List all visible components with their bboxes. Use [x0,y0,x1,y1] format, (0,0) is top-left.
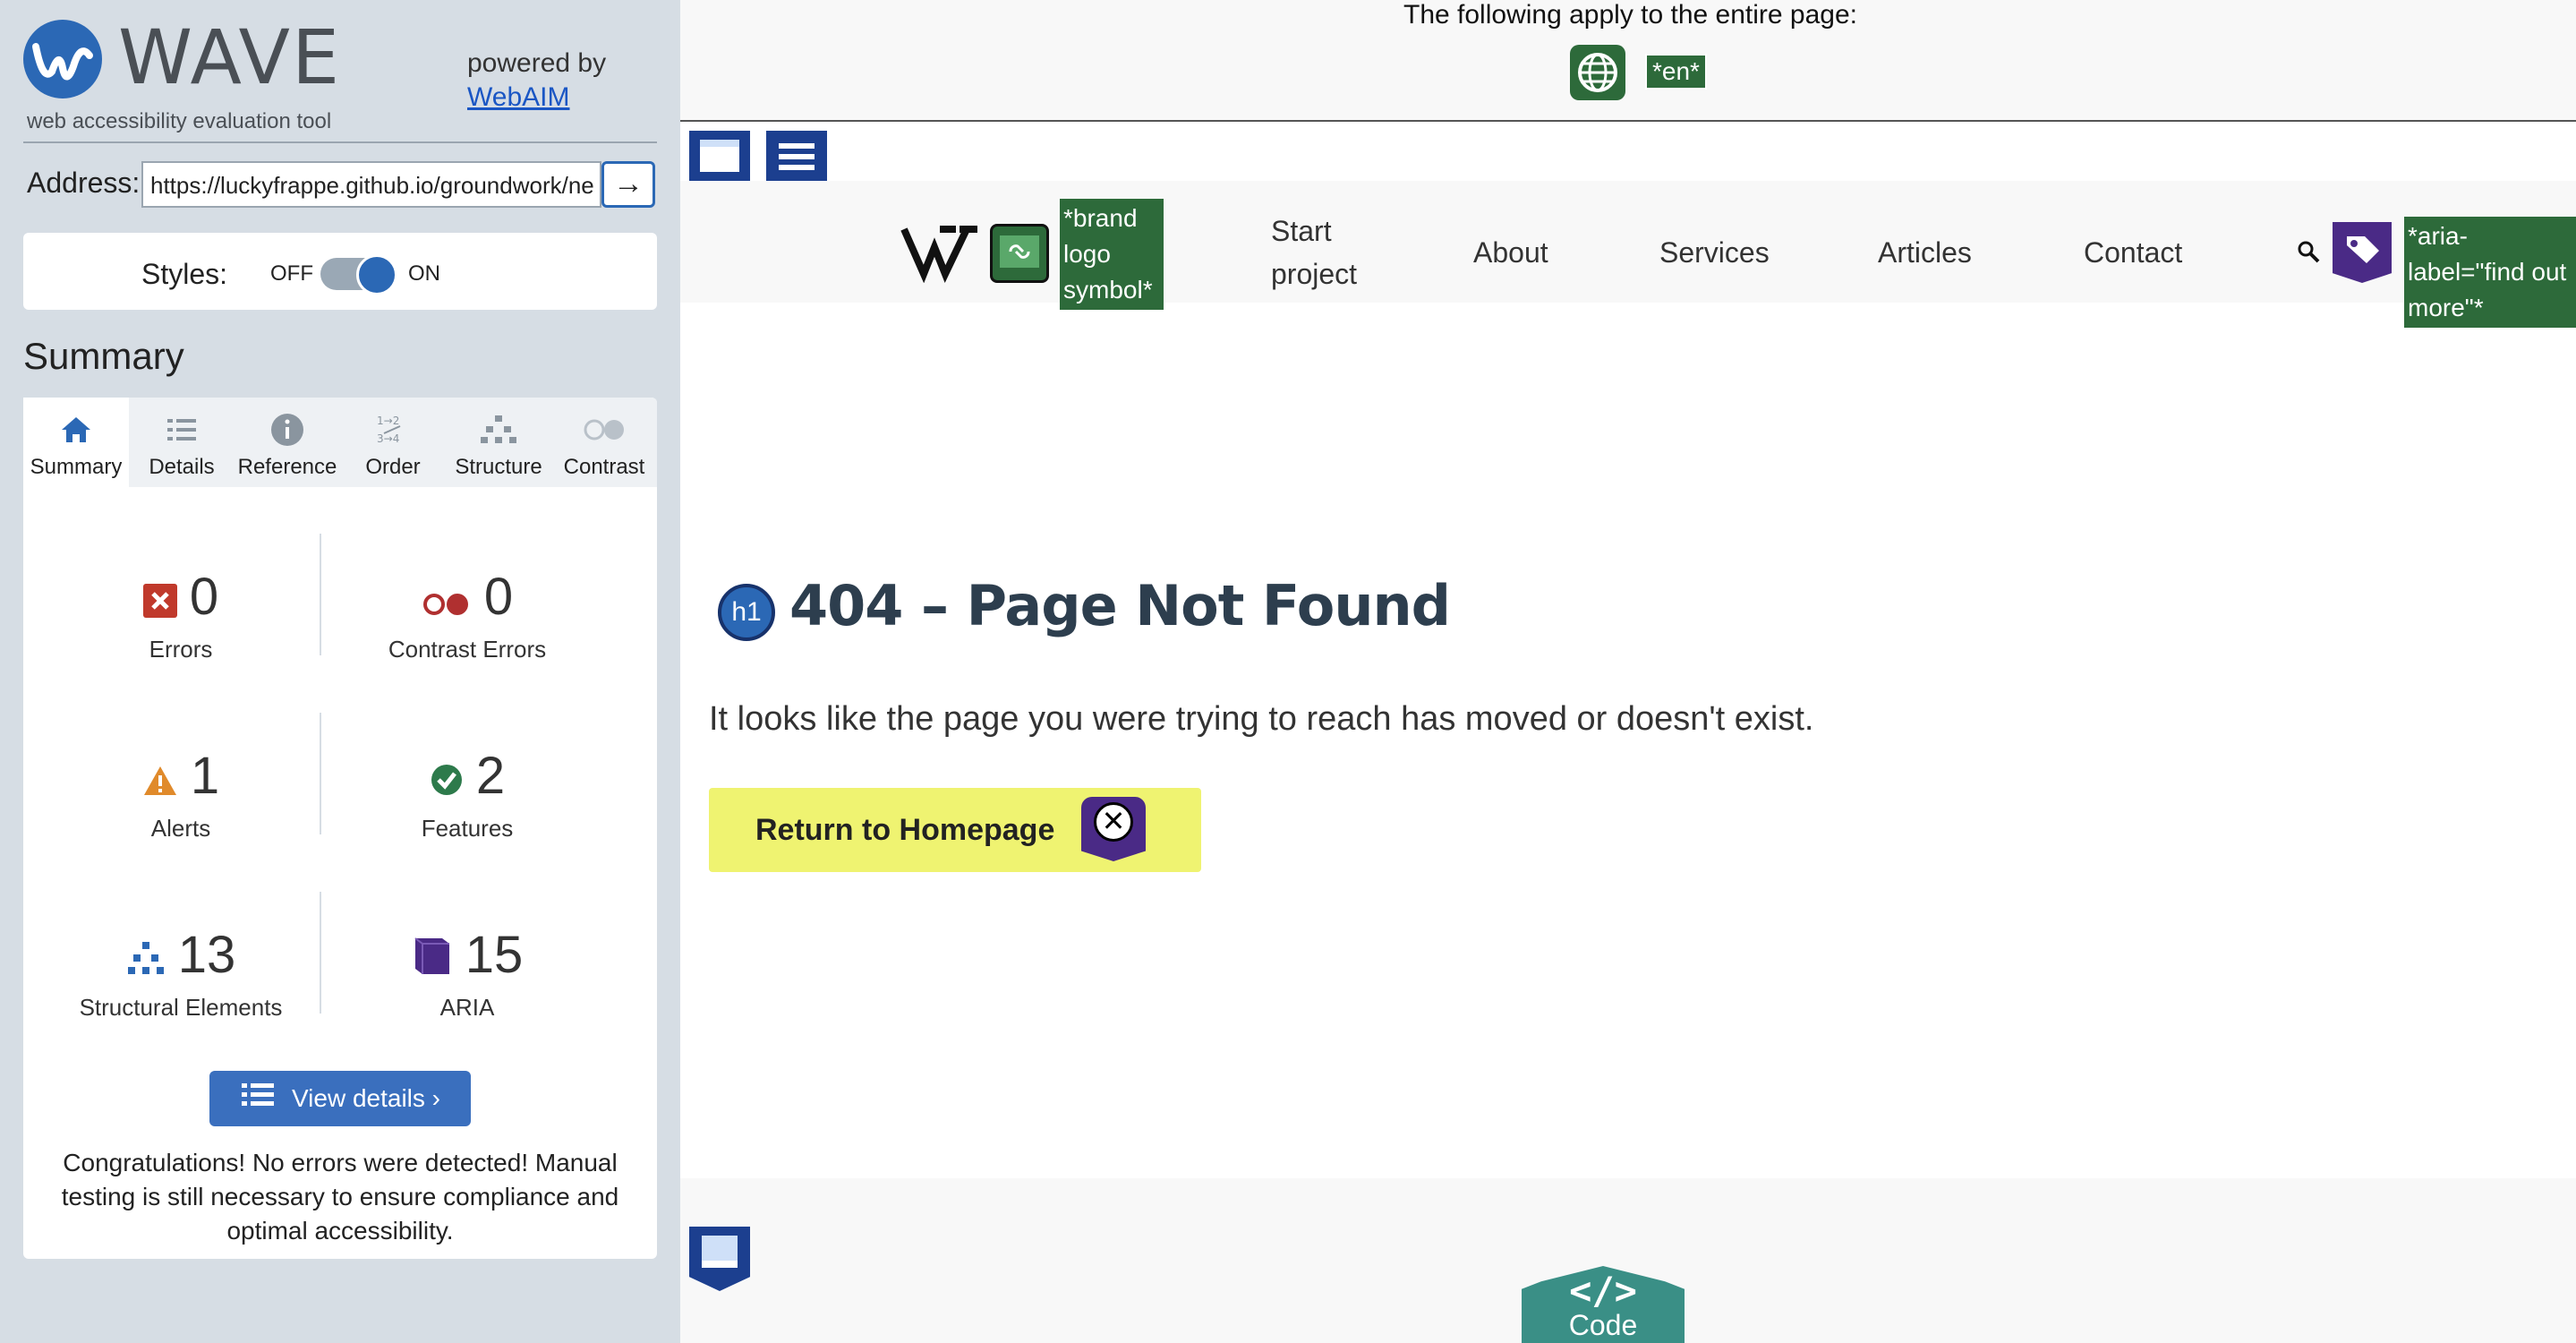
list-icon [129,412,235,449]
webaim-link[interactable]: WebAIM [467,82,569,112]
structural-count: 13 [177,926,236,984]
styles-on-label: ON [408,261,440,286]
wave-logo-icon [23,20,102,98]
wave-brand: WAVE [118,13,342,101]
list-icon [240,1073,276,1128]
address-input[interactable]: https://luckyfrappe.github.io/groundwork… [141,161,601,208]
aria-icon [412,928,453,990]
stat-alerts[interactable]: 1 Alerts [38,745,324,843]
structural-label: Structural Elements [79,993,283,1021]
svg-text:3→4: 3→4 [377,432,399,445]
stat-features[interactable]: 2 Features [324,745,610,843]
tab-reference[interactable]: Reference [235,398,340,487]
tab-details[interactable]: Details [129,398,235,487]
info-icon [235,412,340,449]
stat-contrast-errors[interactable]: 0 Contrast Errors [324,566,610,663]
aria-tag-icon[interactable] [2333,222,2392,283]
stat-structural[interactable]: 13 Structural Elements [38,924,324,1022]
return-home-label: Return to Homepage [755,813,1055,847]
order-icon: 1→2 3→4 [340,412,446,449]
powered-by-text: powered by [467,48,607,78]
aria-count: 15 [465,926,524,984]
aria-label-tag[interactable]: *aria-label="find out more"* [2404,217,2576,328]
tab-label: Structure [455,455,542,479]
summary-heading: Summary [23,335,184,377]
features-label: Features [421,814,514,842]
contrast-label: Contrast Errors [388,635,547,663]
stat-aria[interactable]: 15 ARIA [324,924,610,1022]
aria-label: ARIA [439,993,495,1021]
features-count: 2 [475,747,506,805]
linked-image-icon[interactable] [990,224,1049,283]
stat-errors[interactable]: 0 Errors [38,566,324,663]
svg-text:1→2: 1→2 [377,415,399,427]
tab-label: Details [149,455,215,479]
brand-logo-icon[interactable] [900,220,981,287]
tab-structure[interactable]: Structure [446,398,551,487]
nav-link-services[interactable]: Services [1659,231,1770,274]
page-level-notes-text: The following apply to the entire page: [1403,0,1857,30]
view-details-label: View details › [291,1084,440,1112]
styles-label: Styles: [141,258,228,290]
alerts-count: 1 [190,747,220,805]
nav-link-about[interactable]: About [1473,231,1548,274]
lang-tag[interactable]: *en* [1645,54,1707,90]
close-icon: ✕ [1094,802,1133,842]
tab-summary[interactable]: Summary [23,398,129,487]
structure-icon [446,412,551,449]
contrast-error-icon [422,569,472,632]
page-title: 404 – Page Not Found [789,573,1451,638]
nav-link-contact[interactable]: Contact [2084,231,2182,274]
nav-link-articles[interactable]: Articles [1878,231,1972,274]
contrast-count: 0 [483,568,514,626]
errors-count: 0 [189,568,219,626]
address-label: Address: [27,167,141,199]
tab-contrast[interactable]: Contrast [551,398,657,487]
home-icon [23,412,129,449]
brand-logo-alt-tag[interactable]: *brand logo symbol* [1060,199,1164,310]
styles-off-label: OFF [270,261,313,286]
globe-icon[interactable] [1570,45,1625,100]
alert-icon [142,748,178,811]
contrast-icon [551,412,657,449]
congrats-message: Congratulations! No errors were detected… [61,1149,619,1245]
address-go-button[interactable]: → [601,161,655,208]
feature-icon [430,748,464,811]
powered-by: powered by WebAIM [467,47,606,115]
code-label: Code [1568,1309,1638,1341]
view-details-button[interactable]: View details › [209,1071,471,1126]
styles-toggle-knob[interactable] [356,254,397,295]
tab-order[interactable]: 1→2 3→4 Order [340,398,446,487]
error-icon [142,569,177,632]
tab-label: Order [365,455,421,479]
h1-badge[interactable]: h1 [718,584,775,641]
tab-label: Reference [237,455,337,479]
sidebar-divider [23,141,657,143]
errors-label: Errors [149,635,213,663]
page-description: It looks like the page you were trying t… [709,700,1814,738]
tab-label: Contrast [563,455,645,479]
nav-link-start-project[interactable]: Start project [1271,210,1378,295]
search-icon[interactable] [2295,238,2322,269]
wave-tagline: web accessibility evaluation tool [27,109,332,133]
alerts-label: Alerts [150,814,211,842]
structure-icon [126,928,166,990]
tab-label: Summary [30,455,123,479]
